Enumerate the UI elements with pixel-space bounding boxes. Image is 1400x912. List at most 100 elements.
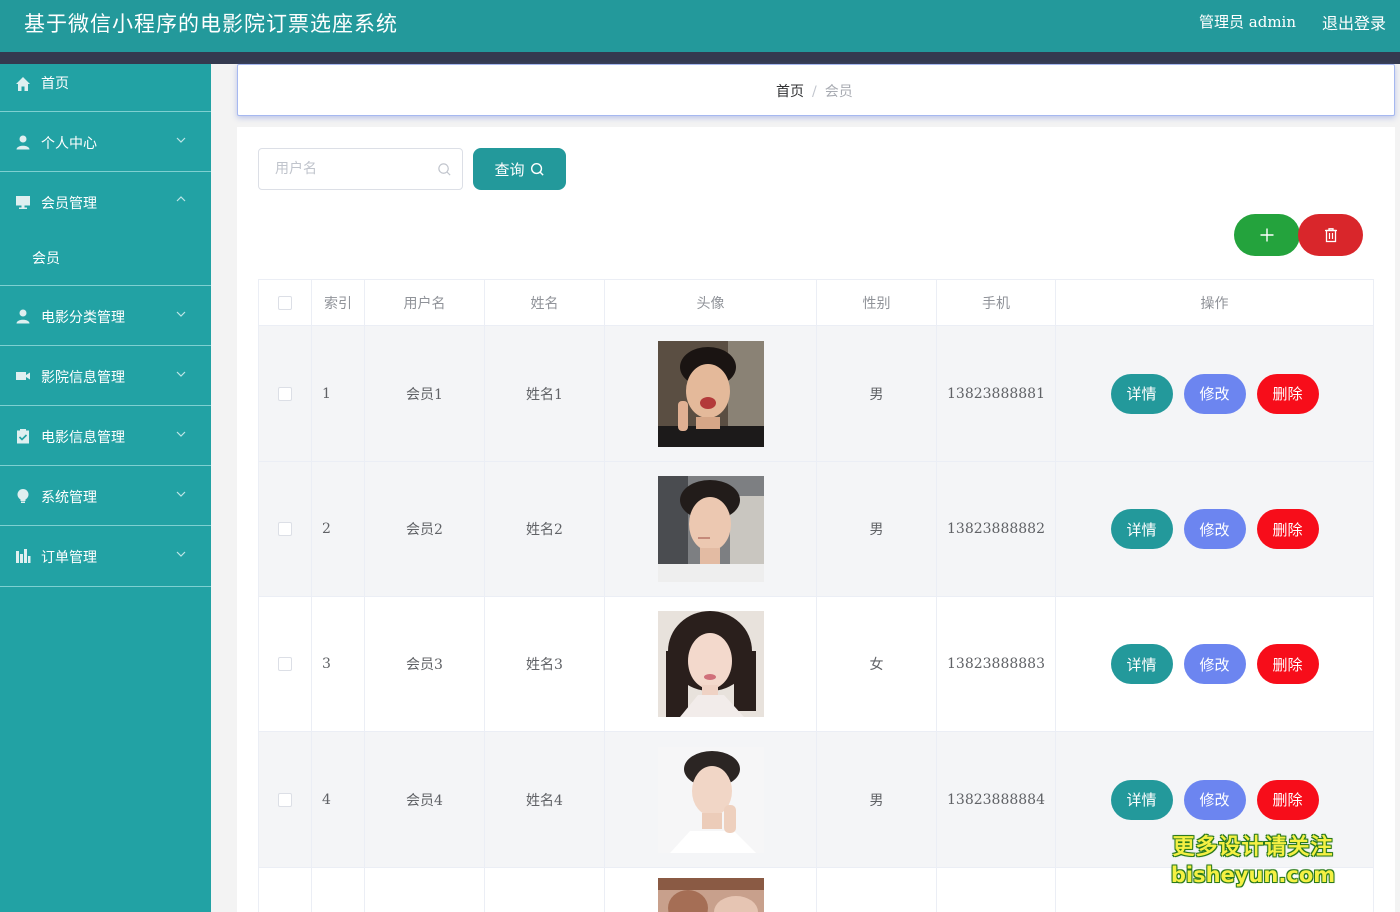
name-cell: 姓名2	[485, 462, 605, 597]
column-header-avatar: 头像	[605, 280, 817, 326]
edit-button[interactable]: 修改	[1184, 644, 1246, 684]
column-header-name: 姓名	[485, 280, 605, 326]
header-select-all-cell	[259, 280, 312, 326]
sidebar-item-orders[interactable]: 订单管理	[0, 526, 211, 587]
phone-cell	[937, 868, 1056, 912]
phone-cell: 13823888883	[937, 597, 1056, 732]
row-checkbox[interactable]	[278, 387, 292, 401]
search-icon	[437, 162, 452, 177]
phone-cell: 13823888881	[937, 326, 1056, 462]
username-cell: 会员2	[365, 462, 485, 597]
actions-cell: 详情修改删除	[1056, 462, 1374, 597]
lightbulb-icon	[15, 488, 31, 504]
sidebar-item-label: 电影信息管理	[41, 427, 125, 447]
avatar-cell	[605, 732, 817, 868]
sidebar-item-profile[interactable]: 个人中心	[0, 112, 211, 172]
row-select-cell	[259, 462, 312, 597]
sidebar-item-label: 影院信息管理	[41, 367, 125, 387]
sidebar-item-home[interactable]: 首页	[0, 64, 211, 112]
delete-button[interactable]: 删除	[1257, 644, 1319, 684]
detail-button[interactable]: 详情	[1111, 644, 1173, 684]
select-all-checkbox[interactable]	[278, 296, 292, 310]
query-button[interactable]: 查询	[473, 148, 566, 190]
chevron-down-icon	[176, 309, 186, 319]
detail-button[interactable]: 详情	[1111, 780, 1173, 820]
avatar-cell	[605, 597, 817, 732]
phone-cell: 13823888882	[937, 462, 1056, 597]
column-header-index: 索引	[312, 280, 365, 326]
sidebar-item-cinema-info[interactable]: 影院信息管理	[0, 346, 211, 406]
add-button[interactable]	[1234, 214, 1300, 256]
phone-cell: 13823888884	[937, 732, 1056, 868]
name-cell	[485, 868, 605, 912]
actions-cell: 详情修改删除	[1056, 326, 1374, 462]
avatar-cell	[605, 462, 817, 597]
name-cell: 姓名3	[485, 597, 605, 732]
sidebar-item-label: 订单管理	[41, 547, 97, 567]
plus-icon	[1259, 227, 1275, 243]
index-cell: 3	[312, 597, 365, 732]
username-search-input[interactable]	[260, 150, 430, 188]
watermark: 更多设计请关注 bisheyun.com	[1168, 834, 1338, 888]
avatar[interactable]	[658, 476, 764, 582]
row-select-cell	[259, 326, 312, 462]
breadcrumb-separator: /	[812, 84, 817, 100]
main-content: 查询 索引 用户名 姓名 头像 性别 手机 操作 1 会员1 姓名1	[237, 127, 1395, 912]
sidebar-item-movie-category[interactable]: 电影分类管理	[0, 286, 211, 346]
avatar-cell	[605, 868, 817, 912]
bar-chart-icon	[15, 548, 31, 564]
logout-button[interactable]: 退出登录	[1322, 10, 1386, 34]
avatar-cell	[605, 326, 817, 462]
edit-button[interactable]: 修改	[1184, 780, 1246, 820]
sidebar-item-label: 首页	[41, 73, 69, 93]
user-icon	[15, 308, 31, 324]
breadcrumb: 首页 / 会员	[776, 81, 853, 101]
chevron-down-icon	[176, 489, 186, 499]
detail-button[interactable]: 详情	[1111, 509, 1173, 549]
row-select-cell	[259, 732, 312, 868]
edit-button[interactable]: 修改	[1184, 509, 1246, 549]
sidebar-item-movie-info[interactable]: 电影信息管理	[0, 406, 211, 466]
detail-button[interactable]: 详情	[1111, 374, 1173, 414]
name-cell: 姓名4	[485, 732, 605, 868]
app-title: 基于微信小程序的电影院订票选座系统	[24, 8, 398, 38]
row-checkbox[interactable]	[278, 793, 292, 807]
sidebar-item-label: 会员管理	[41, 193, 97, 213]
batch-delete-button[interactable]	[1298, 214, 1363, 256]
row-checkbox[interactable]	[278, 657, 292, 671]
index-cell: 2	[312, 462, 365, 597]
avatar[interactable]	[658, 878, 764, 912]
row-checkbox[interactable]	[278, 522, 292, 536]
column-header-actions: 操作	[1056, 280, 1374, 326]
gender-cell: 男	[817, 462, 937, 597]
chevron-down-icon	[176, 369, 186, 379]
column-header-phone: 手机	[937, 280, 1056, 326]
delete-button[interactable]: 删除	[1257, 374, 1319, 414]
username-cell	[365, 868, 485, 912]
sidebar-item-label: 会员	[32, 248, 60, 268]
sidebar-item-system[interactable]: 系统管理	[0, 466, 211, 526]
query-button-label: 查询	[494, 159, 524, 180]
breadcrumb-home[interactable]: 首页	[776, 84, 804, 100]
avatar[interactable]	[658, 747, 764, 853]
video-camera-icon	[15, 368, 31, 384]
sidebar-item-member-management[interactable]: 会员管理	[0, 172, 211, 232]
sidebar-subitem-member[interactable]: 会员	[0, 232, 211, 286]
breadcrumb-card: 首页 / 会员	[237, 64, 1395, 116]
chevron-down-icon	[176, 549, 186, 559]
delete-button[interactable]: 删除	[1257, 509, 1319, 549]
breadcrumb-current: 会员	[825, 84, 853, 100]
header-divider-strip	[0, 52, 1400, 64]
edit-button[interactable]: 修改	[1184, 374, 1246, 414]
name-cell: 姓名1	[485, 326, 605, 462]
search-icon	[530, 162, 545, 177]
avatar[interactable]	[658, 611, 764, 717]
chevron-down-icon	[176, 429, 186, 439]
avatar[interactable]	[658, 341, 764, 447]
gender-cell: 男	[817, 732, 937, 868]
actions-cell: 详情修改删除	[1056, 597, 1374, 732]
top-header: 基于微信小程序的电影院订票选座系统 管理员 admin 退出登录	[0, 0, 1400, 52]
row-select-cell	[259, 868, 312, 912]
delete-button[interactable]: 删除	[1257, 780, 1319, 820]
username-cell: 会员3	[365, 597, 485, 732]
